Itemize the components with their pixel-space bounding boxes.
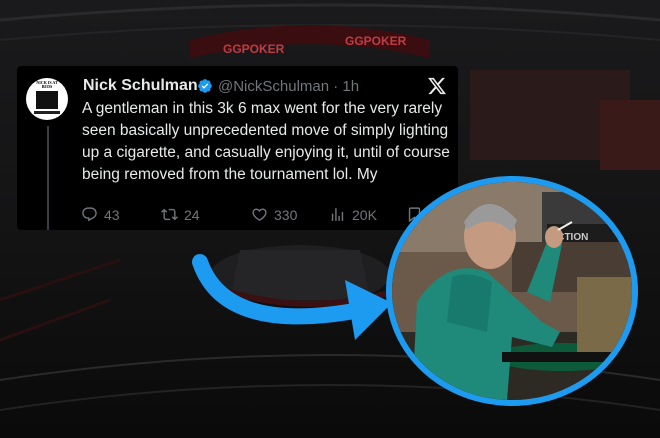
reply-icon [82, 207, 97, 222]
repost-count: 24 [184, 206, 200, 223]
x-logo-icon[interactable] [427, 76, 447, 96]
verified-badge-icon [198, 79, 212, 93]
views-icon [331, 208, 344, 221]
avatar-caption [34, 111, 60, 114]
views-button[interactable]: 20K [329, 206, 377, 223]
like-count: 330 [274, 206, 298, 223]
avatar[interactable]: NICK IS AT BEDS [26, 78, 68, 120]
sponsor-sign-1: GGPOKER [223, 42, 285, 56]
thread-line [47, 126, 49, 230]
heart-icon [252, 208, 267, 221]
tweet-card[interactable]: NICK IS AT BEDS Nick Schulman @NickSchul… [17, 66, 458, 230]
tweet-actions: 43 24 330 20K [81, 206, 461, 226]
display-name[interactable]: Nick Schulman [83, 77, 198, 95]
avatar-photo [36, 91, 58, 109]
reply-button[interactable]: 43 [81, 206, 120, 223]
repost-button[interactable]: 24 [161, 206, 200, 223]
handle-and-time[interactable]: @NickSchulman · 1h [218, 78, 359, 95]
repost-icon [161, 208, 178, 221]
views-count: 20K [352, 206, 377, 223]
avatar-lettering: NICK IS AT BEDS [36, 80, 58, 89]
tweet-text: A gentleman in this 3k 6 max went for th… [82, 100, 450, 183]
inset-photo: ACTION [386, 176, 638, 406]
reply-count: 43 [104, 206, 120, 223]
poker-player-photo: ACTION [392, 182, 632, 400]
like-button[interactable]: 330 [251, 206, 297, 223]
sponsor-sign-2: GGPOKER [345, 34, 407, 48]
